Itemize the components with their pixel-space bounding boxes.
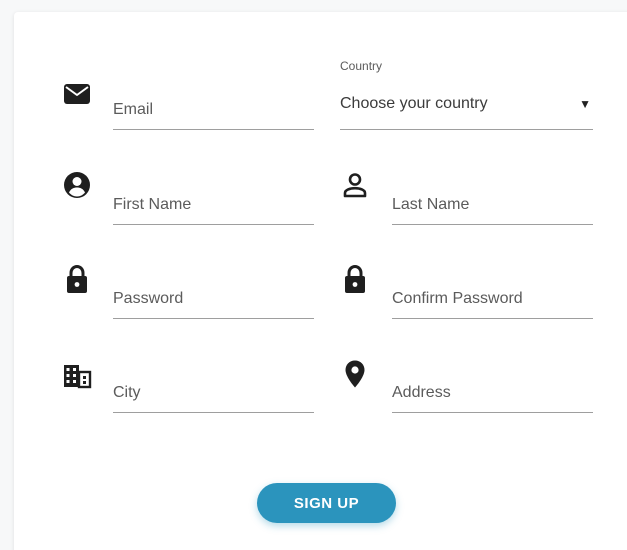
lock-icon bbox=[62, 264, 92, 294]
address-placeholder: Address bbox=[392, 384, 451, 401]
password-placeholder: Password bbox=[113, 290, 184, 307]
city-field[interactable]: City bbox=[113, 372, 314, 413]
address-field[interactable]: Address bbox=[392, 372, 593, 413]
country-selected-value: Choose your country bbox=[340, 95, 488, 112]
first-name-placeholder: First Name bbox=[113, 196, 192, 213]
password-field[interactable]: Password bbox=[113, 278, 314, 319]
email-field[interactable]: Email bbox=[113, 89, 314, 130]
email-placeholder: Email bbox=[113, 101, 154, 118]
last-name-placeholder: Last Name bbox=[392, 196, 470, 213]
location-pin-icon bbox=[340, 359, 370, 389]
building-icon bbox=[62, 361, 92, 391]
person-outline-icon bbox=[340, 170, 370, 200]
envelope-icon bbox=[62, 79, 92, 109]
last-name-field[interactable]: Last Name bbox=[392, 184, 593, 225]
dropdown-caret-icon: ▼ bbox=[579, 97, 591, 111]
first-name-field[interactable]: First Name bbox=[113, 184, 314, 225]
country-label: Country bbox=[340, 59, 383, 73]
confirm-password-field[interactable]: Confirm Password bbox=[392, 278, 593, 319]
country-select[interactable]: Country Choose your country ▼ bbox=[340, 59, 593, 130]
sign-up-button[interactable]: SIGN UP bbox=[257, 483, 396, 523]
account-circle-icon bbox=[62, 170, 92, 200]
page-background: Email Country Choose your country ▼ Firs… bbox=[0, 0, 627, 550]
lock-icon bbox=[340, 264, 370, 294]
confirm-password-placeholder: Confirm Password bbox=[392, 290, 523, 307]
city-placeholder: City bbox=[113, 384, 141, 401]
